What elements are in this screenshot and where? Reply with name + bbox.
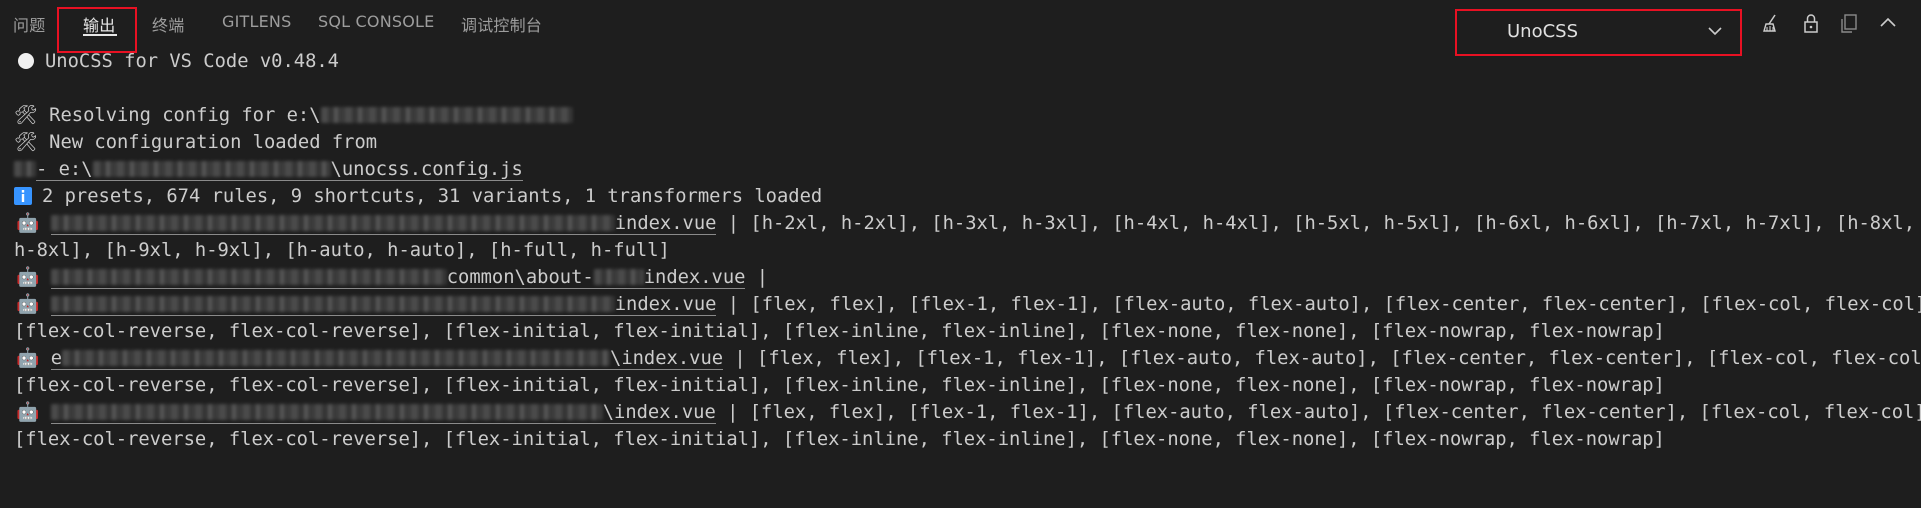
robot-icon: 🤖 xyxy=(16,213,51,234)
output-text: \unocss.config.js xyxy=(330,159,523,180)
output-line: 🤖 \index.vue | [flex, flex], [flex-1, fl… xyxy=(16,399,1921,426)
output-line: 🤖 index.vue | [flex, flex], [flex-1, fle… xyxy=(16,291,1921,318)
tab-sql-console[interactable]: SQL CONSOLE xyxy=(318,12,434,31)
robot-icon: 🤖 xyxy=(16,267,51,288)
output-line: 🛠 New configuration loaded from xyxy=(14,129,377,156)
highlight-channel-select xyxy=(1455,9,1742,56)
output-text: e xyxy=(50,348,63,369)
status-circle-icon xyxy=(18,53,34,69)
output-text: [flex-col-reverse, flex-col-reverse], [f… xyxy=(14,429,1665,450)
file-path-link[interactable]: e \index.vue xyxy=(50,348,724,370)
output-text: h-8xl], [h-9xl, h-9xl], [h-auto, h-auto]… xyxy=(14,240,670,261)
output-text: [flex-col-reverse, flex-col-reverse], [f… xyxy=(14,375,1665,396)
output-text: index.vue xyxy=(614,213,717,234)
output-text: | xyxy=(745,267,769,288)
redacted-text xyxy=(14,161,36,177)
tab-debug-console[interactable]: 调试控制台 xyxy=(461,12,542,36)
robot-icon: 🤖 xyxy=(16,348,51,369)
output-text: 2 presets, 674 rules, 9 shortcuts, 31 va… xyxy=(42,186,823,207)
redacted-path xyxy=(50,269,447,285)
file-path-link[interactable]: common\about-index.vue xyxy=(50,267,746,289)
output-line: UnoCSS for VS Code v0.48.4 xyxy=(17,48,339,75)
output-line: 2 presets, 674 rules, 9 shortcuts, 31 va… xyxy=(14,183,822,210)
hammer-icon: 🛠 xyxy=(14,105,50,126)
tab-terminal[interactable]: 终端 xyxy=(152,12,184,36)
output-text: Resolving config for e:\ xyxy=(49,105,321,126)
output-text: index.vue xyxy=(643,267,746,288)
config-path-link[interactable]: - e:\ \unocss.config.js xyxy=(36,159,523,181)
output-text: | [h-2xl, h-2xl], [h-3xl, h-3xl], [h-4xl… xyxy=(716,213,1916,234)
redacted-path xyxy=(92,161,331,177)
output-text: index.vue xyxy=(614,294,717,315)
redacted-path xyxy=(62,350,611,366)
output-text: | [flex, flex], [flex-1, flex-1], [flex-… xyxy=(723,348,1921,369)
hammer-icon: 🛠 xyxy=(14,132,50,153)
output-text: common\about- xyxy=(446,267,594,288)
redacted-path xyxy=(320,107,573,123)
highlight-output-tab xyxy=(57,7,137,53)
output-text: | [flex, flex], [flex-1, flex-1], [flex-… xyxy=(716,294,1921,315)
output-line: [flex-col-reverse, flex-col-reverse], [f… xyxy=(14,426,1665,453)
output-line: h-8xl], [h-9xl, h-9xl], [h-auto, h-auto]… xyxy=(14,237,670,264)
output-line: [flex-col-reverse, flex-col-reverse], [f… xyxy=(14,318,1665,345)
file-path-link[interactable]: index.vue xyxy=(50,213,717,235)
output-line: 🤖 common\about-index.vue | xyxy=(16,264,768,291)
tab-problems[interactable]: 问题 xyxy=(13,12,45,36)
robot-icon: 🤖 xyxy=(16,402,51,423)
output-text: | [flex, flex], [flex-1, flex-1], [flex-… xyxy=(715,402,1921,423)
robot-icon: 🤖 xyxy=(16,294,51,315)
lock-scroll-icon[interactable] xyxy=(1800,12,1822,34)
redacted-path xyxy=(50,296,615,312)
open-editor-icon[interactable] xyxy=(1838,12,1860,34)
file-path-link[interactable]: \index.vue xyxy=(50,402,716,424)
output-text: [flex-col-reverse, flex-col-reverse], [f… xyxy=(14,321,1665,342)
output-line: 🛠 Resolving config for e:\ xyxy=(14,102,573,129)
chevron-up-icon[interactable] xyxy=(1877,12,1899,34)
output-text: UnoCSS for VS Code v0.48.4 xyxy=(45,51,339,72)
output-text: \index.vue xyxy=(610,348,724,369)
output-text: New configuration loaded from xyxy=(49,132,378,153)
file-path-link[interactable]: index.vue xyxy=(50,294,717,316)
output-text: - e:\ xyxy=(36,159,93,180)
output-line: - e:\ \unocss.config.js xyxy=(14,156,523,183)
output-line: [flex-col-reverse, flex-col-reverse], [f… xyxy=(14,372,1665,399)
info-icon xyxy=(14,187,32,205)
clear-output-icon[interactable] xyxy=(1761,12,1783,34)
output-text: \index.vue xyxy=(602,402,716,423)
redacted-path xyxy=(593,269,644,285)
redacted-path xyxy=(50,404,603,420)
tab-gitlens[interactable]: GITLENS xyxy=(222,12,291,31)
redacted-path xyxy=(50,215,615,231)
output-line: 🤖 e \index.vue | [flex, flex], [flex-1, f… xyxy=(16,345,1921,372)
output-line: 🤖 index.vue | [h-2xl, h-2xl], [h-3xl, h-… xyxy=(16,210,1915,237)
